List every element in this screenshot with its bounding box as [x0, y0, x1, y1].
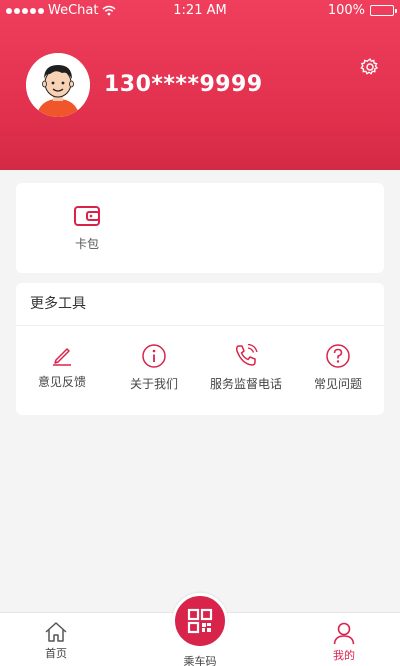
tools-title: 更多工具 [16, 283, 384, 326]
tab-ride-label: 乘车码 [183, 655, 217, 666]
battery-icon [370, 5, 397, 16]
avatar[interactable] [26, 53, 90, 117]
tool-label: 常见问题 [313, 377, 362, 391]
tool-label: 关于我们 [129, 377, 178, 391]
tab-mine[interactable]: 我的 [314, 621, 374, 663]
tools-card: 更多工具 意见反馈 关于我们 服务监督电话 常见问题 [16, 283, 384, 415]
tab-bar: 首页 乘车码 我的 [0, 593, 400, 666]
ride-code-button[interactable] [172, 593, 228, 649]
tool-about[interactable]: 关于我们 [108, 343, 200, 392]
settings-button[interactable] [360, 57, 380, 77]
tools-row: 意见反馈 关于我们 服务监督电话 常见问题 [16, 343, 384, 392]
status-bar: WeChat 1:21 AM 100% [0, 0, 400, 22]
tab-mine-label: 我的 [333, 649, 355, 662]
tool-faq[interactable]: 常见问题 [292, 343, 384, 392]
tab-home-label: 首页 [45, 647, 67, 660]
pencil-icon [53, 348, 71, 366]
battery-percent: 100% [327, 3, 365, 18]
qr-code-icon [187, 608, 213, 634]
status-right: 100% [327, 3, 397, 18]
tool-label: 服务监督电话 [209, 377, 282, 391]
user-icon [333, 622, 355, 645]
wallet-icon [74, 206, 100, 226]
tab-ride-code[interactable]: 乘车码 [170, 593, 230, 666]
wallet-entry[interactable]: 卡包 [52, 205, 122, 252]
info-icon [142, 344, 166, 368]
phone-number: 130****9999 [104, 72, 263, 97]
question-icon [326, 344, 350, 368]
tab-home[interactable]: 首页 [26, 621, 86, 661]
wallet-card: 卡包 [16, 183, 384, 273]
home-icon [45, 622, 67, 642]
gear-icon [360, 58, 379, 75]
profile-header: WeChat 1:21 AM 100% 130****9999 [0, 0, 400, 170]
tool-feedback[interactable]: 意见反馈 [16, 343, 108, 392]
tool-label: 意见反馈 [37, 375, 86, 389]
wallet-label: 卡包 [74, 237, 99, 251]
tool-service-phone[interactable]: 服务监督电话 [200, 343, 292, 392]
avatar-illustration [26, 53, 90, 117]
phone-icon [236, 343, 258, 366]
